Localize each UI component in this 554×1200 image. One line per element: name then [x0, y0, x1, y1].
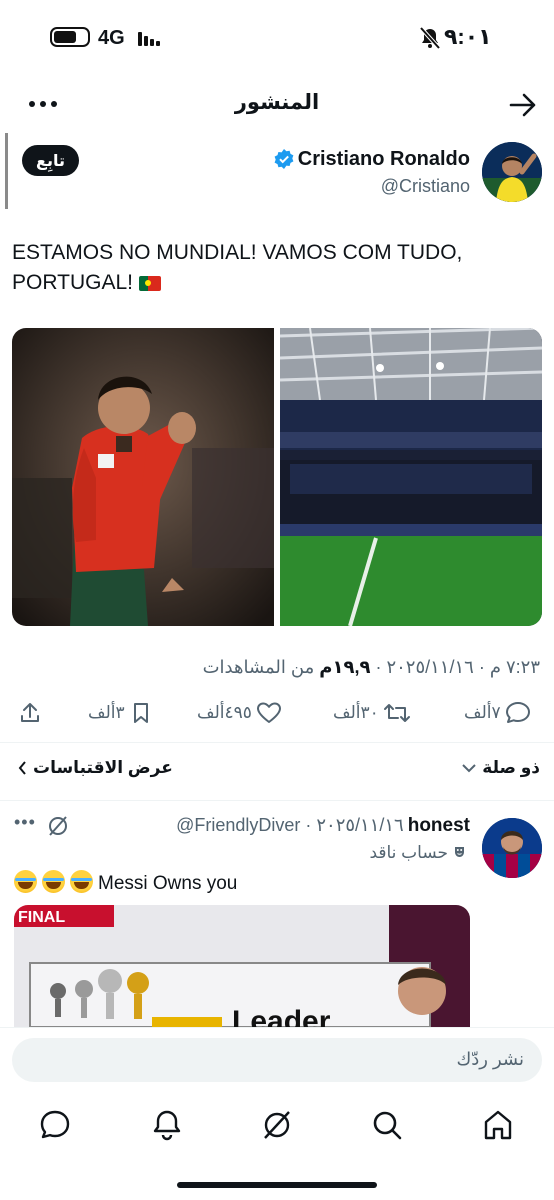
reply-image-text: Leader — [232, 1005, 331, 1027]
reply-count: ٧ألف — [464, 703, 501, 722]
reply-header: @FriendlyDiver · ٢٠٢٥/١١/١٦ honest — [176, 815, 470, 837]
post-text: ESTAMOS NO MUNDIAL! VAMOS COM TUDO, PORT… — [12, 238, 532, 298]
reply-image[interactable]: FINAL Leader — [14, 905, 470, 1027]
sort-dropdown[interactable]: ذو صلة — [462, 758, 540, 778]
reply-author-name[interactable]: honest — [408, 815, 470, 837]
post-timestamp: ٧:٢٣ م · ٢٠٢٥/١١/١٦ · — [375, 657, 540, 677]
author-handle[interactable]: @Cristiano — [381, 176, 470, 197]
post-image-celebration[interactable] — [12, 328, 274, 626]
repost-icon — [383, 704, 410, 722]
view-quotes-label: عرض الاقتباسات — [33, 758, 173, 777]
reply-text-body: Messi Owns you — [98, 873, 238, 894]
home-tab-icon[interactable] — [481, 1108, 515, 1142]
network-type: 4G — [98, 27, 125, 49]
status-bar: 4G ٩:٠١ — [0, 0, 554, 76]
sort-label: ذو صلة — [482, 758, 540, 777]
reply-text: Messi Owns you — [14, 870, 237, 895]
verified-badge-icon — [274, 149, 294, 169]
bookmark-icon — [133, 703, 148, 723]
bookmark-button[interactable]: ٣ألف — [88, 701, 153, 725]
post-text-body: ESTAMOS NO MUNDIAL! VAMOS COM TUDO, PORT… — [12, 241, 463, 294]
laughing-emoji — [42, 870, 65, 893]
search-tab-icon[interactable] — [370, 1108, 404, 1142]
repost-count: ٣٠ألف — [333, 703, 379, 722]
like-button[interactable]: ٤٩٥ألف — [197, 701, 282, 725]
chevron-down-icon — [462, 764, 477, 773]
compose-placeholder: نشر ردّك — [456, 1049, 524, 1069]
follow-button[interactable]: تابِع — [22, 145, 79, 176]
notifications-tab-icon[interactable] — [150, 1108, 184, 1142]
theater-masks-icon — [455, 847, 464, 857]
comment-icon — [505, 702, 530, 723]
reply-account-label: حساب ناقد — [369, 843, 470, 863]
portugal-flag-emoji — [138, 275, 161, 291]
signal-icon — [138, 32, 160, 46]
home-indicator — [177, 1182, 377, 1188]
repost-button[interactable]: ٣٠ألف — [333, 701, 411, 725]
messages-tab-icon[interactable] — [38, 1108, 72, 1142]
laughing-emoji — [14, 870, 37, 893]
laughing-emoji — [70, 870, 93, 893]
divider — [0, 742, 554, 743]
bookmark-count: ٣ألف — [88, 703, 125, 722]
chevron-left-icon — [18, 761, 26, 775]
reply-image-caption: FINAL — [18, 909, 65, 926]
reply-label-text: حساب ناقد — [369, 843, 448, 862]
view-quotes-link[interactable]: عرض الاقتباسات — [18, 758, 173, 778]
share-button[interactable] — [18, 701, 42, 725]
mute-bell-icon — [420, 27, 440, 49]
reply-more-icon[interactable]: ••• — [14, 812, 36, 833]
author-name[interactable]: Cristiano Ronaldo — [298, 148, 470, 171]
views-count: ١٩,٩م — [319, 657, 371, 677]
post-meta: ٧:٢٣ م · ٢٠٢٥/١١/١٦ · ١٩,٩م من المشاهدات — [203, 657, 540, 678]
battery-icon — [50, 27, 90, 47]
grok-tab-icon[interactable] — [260, 1108, 294, 1142]
divider — [0, 800, 554, 801]
views-label: من المشاهدات — [202, 657, 315, 677]
page-title: المنشور — [234, 91, 320, 114]
reply-button[interactable]: ٧ألف — [464, 701, 531, 725]
grok-icon[interactable] — [47, 815, 69, 837]
share-icon — [21, 703, 39, 722]
back-arrow-icon[interactable] — [508, 92, 538, 118]
reply-handle-date[interactable]: @FriendlyDiver · ٢٠٢٥/١١/١٦ — [176, 815, 404, 836]
reply-avatar[interactable] — [482, 818, 542, 878]
thread-line — [5, 133, 8, 209]
author-avatar[interactable] — [482, 142, 542, 202]
heart-icon — [256, 702, 281, 723]
post-image-team-photo[interactable] — [280, 328, 542, 626]
clock: ٩:٠١ — [444, 24, 492, 49]
like-count: ٤٩٥ألف — [197, 703, 252, 722]
